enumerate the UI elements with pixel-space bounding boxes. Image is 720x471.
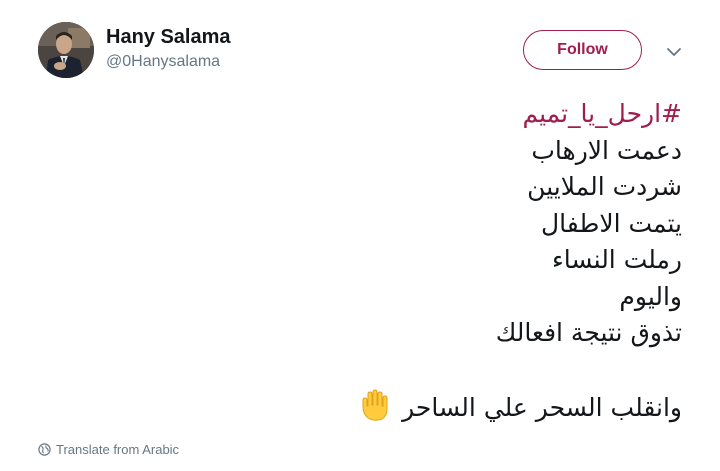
tweet-line: تذوق نتيجة افعالك [495,318,682,347]
display-name[interactable]: Hany Salama [106,26,231,49]
translate-label: Translate from Arabic [56,442,180,457]
tweet-line: شردت الملايين [527,172,682,201]
tweet-line: يتمت الاطفال [541,208,682,238]
chevron-down-icon[interactable] [664,42,684,62]
globe-icon [38,443,51,456]
user-handle[interactable]: @0Hanysalama [106,53,220,71]
avatar[interactable] [38,22,94,78]
tweet-card: Hany Salama @0Hanysalama Follow #ارحل_يا… [0,0,720,471]
hashtag-link[interactable]: #ارحل_يا_تميم [360,96,682,133]
tweet-line: رملت النساء [551,245,682,274]
raised-hand-icon [360,388,390,433]
tweet-line: واليوم [619,281,682,311]
tweet-closing-line: وانقلب السحر علي الساحر [360,388,682,433]
tweet-text: #ارحل_يا_تميم دعمت الارهاب شردت الملايين… [360,96,682,433]
line-break [360,352,682,389]
tweet-line: دعمت الارهاب [531,135,682,165]
tweet-closing-text: وانقلب السحر علي الساحر [402,393,682,422]
translate-link[interactable]: Translate from Arabic [38,442,179,457]
follow-button[interactable]: Follow [523,30,642,70]
